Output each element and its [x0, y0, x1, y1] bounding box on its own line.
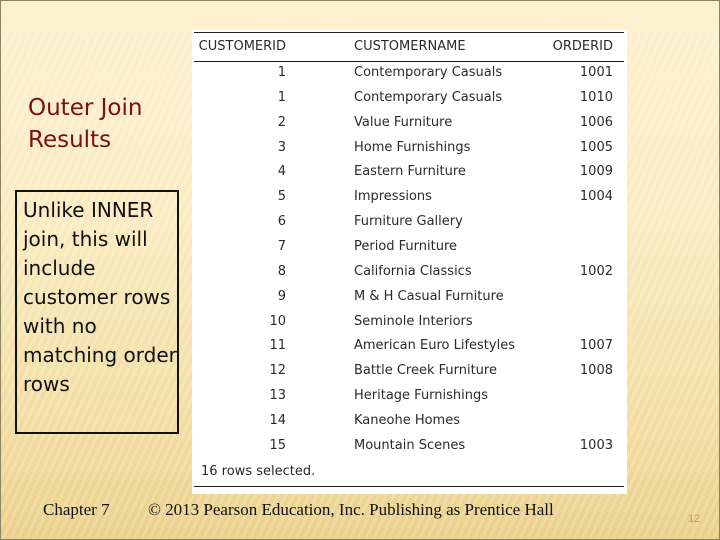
footer-copyright: © 2013 Pearson Education, Inc. Publishin… [148, 500, 554, 519]
customerid-cell: 12 [269, 363, 286, 379]
query-result-table: CUSTOMERID CUSTOMERNAME ORDERID 1 Contemp… [192, 30, 627, 494]
customername-cell: Contemporary Casuals [354, 89, 503, 105]
customername-cell: Home Furnishings [354, 139, 471, 155]
orderid-cell: 1005 [579, 139, 613, 155]
table-row: 2 Value Furniture 1006 [192, 115, 627, 139]
orderid-cell: 1001 [579, 65, 613, 80]
customerid-cell: 3 [277, 139, 286, 155]
customername-cell: Heritage Furnishings [354, 388, 489, 404]
orderid-cell: 1007 [579, 338, 613, 354]
customerid-cell: 4 [277, 164, 286, 180]
slide-title: Outer Join Results [28, 95, 143, 153]
column-header-customerid: CUSTOMERID [198, 39, 286, 54]
customername-cell: Battle Creek Furniture [354, 363, 497, 379]
orderid-cell: 1010 [579, 89, 613, 105]
orderid-cell: 1004 [579, 189, 613, 205]
table-header-rule [194, 61, 624, 62]
orderid-cell: 1006 [579, 114, 613, 130]
table-bottom-rule [194, 486, 624, 487]
orderid-cell: 1003 [579, 437, 613, 453]
table-row: 15 Mountain Scenes 1003 [192, 438, 627, 462]
customername-cell: Value Furniture [354, 114, 453, 130]
rows-selected-text: 16 rows selected. [201, 464, 316, 479]
orderid-cell: 1009 [579, 164, 613, 180]
customername-cell: California Classics [354, 263, 472, 279]
table-row: 10 Seminole Interiors [192, 314, 627, 338]
note-box: Unlike INNER join, this will include cus… [15, 190, 179, 434]
customerid-cell: 7 [277, 238, 286, 254]
table-row: 8 California Classics 1002 [192, 264, 627, 288]
customerid-cell: 2 [277, 114, 286, 130]
customername-cell: Seminole Interiors [354, 313, 473, 329]
table-row: 14 Kaneohe Homes [192, 413, 627, 437]
column-header-customername: CUSTOMERNAME [354, 39, 466, 54]
page-number: 12 [688, 513, 701, 525]
table-row: 7 Period Furniture [192, 239, 627, 263]
table-row: 13 Heritage Furnishings [192, 388, 627, 412]
customerid-cell: 8 [277, 263, 286, 279]
customerid-cell: 13 [269, 388, 286, 404]
orderid-cell: 1002 [579, 263, 613, 279]
customername-cell: Eastern Furniture [354, 164, 466, 180]
customername-cell: Impressions [354, 189, 432, 205]
table-row: 12 Battle Creek Furniture 1008 [192, 363, 627, 387]
customerid-cell: 5 [277, 189, 286, 205]
footer-chapter: Chapter 7 [43, 500, 110, 519]
customername-cell: American Euro Lifestyles [354, 338, 515, 354]
customerid-cell: 6 [277, 214, 286, 230]
customerid-cell: 15 [269, 437, 286, 453]
table-row: 9 M & H Casual Furniture [192, 289, 627, 313]
customername-cell: Contemporary Casuals [354, 65, 503, 80]
column-header-orderid: ORDERID [552, 39, 613, 54]
table-row: 5 Impressions 1004 [192, 189, 627, 213]
table-row: 6 Furniture Gallery [192, 214, 627, 238]
table-row: 11 American Euro Lifestyles 1007 [192, 338, 627, 362]
customerid-cell: 1 [277, 65, 286, 80]
customerid-cell: 1 [277, 89, 286, 105]
table-row: 3 Home Furnishings 1005 [192, 140, 627, 164]
note-text: Unlike INNER join, this will include cus… [23, 198, 177, 396]
customerid-cell: 14 [269, 412, 286, 428]
customername-cell: Mountain Scenes [354, 437, 466, 453]
table-row: 1 Contemporary Casuals 1001 [192, 65, 627, 89]
table-top-rule [194, 32, 624, 33]
customerid-cell: 10 [269, 313, 286, 329]
table-row: 4 Eastern Furniture 1009 [192, 164, 627, 188]
customername-cell: M & H Casual Furniture [354, 288, 504, 304]
orderid-cell: 1008 [579, 363, 613, 379]
customername-cell: Period Furniture [354, 238, 458, 254]
customerid-cell: 9 [277, 288, 286, 304]
customername-cell: Furniture Gallery [354, 214, 463, 230]
customerid-cell: 11 [269, 338, 286, 354]
customername-cell: Kaneohe Homes [354, 412, 460, 428]
table-row: 1 Contemporary Casuals 1010 [192, 90, 627, 114]
